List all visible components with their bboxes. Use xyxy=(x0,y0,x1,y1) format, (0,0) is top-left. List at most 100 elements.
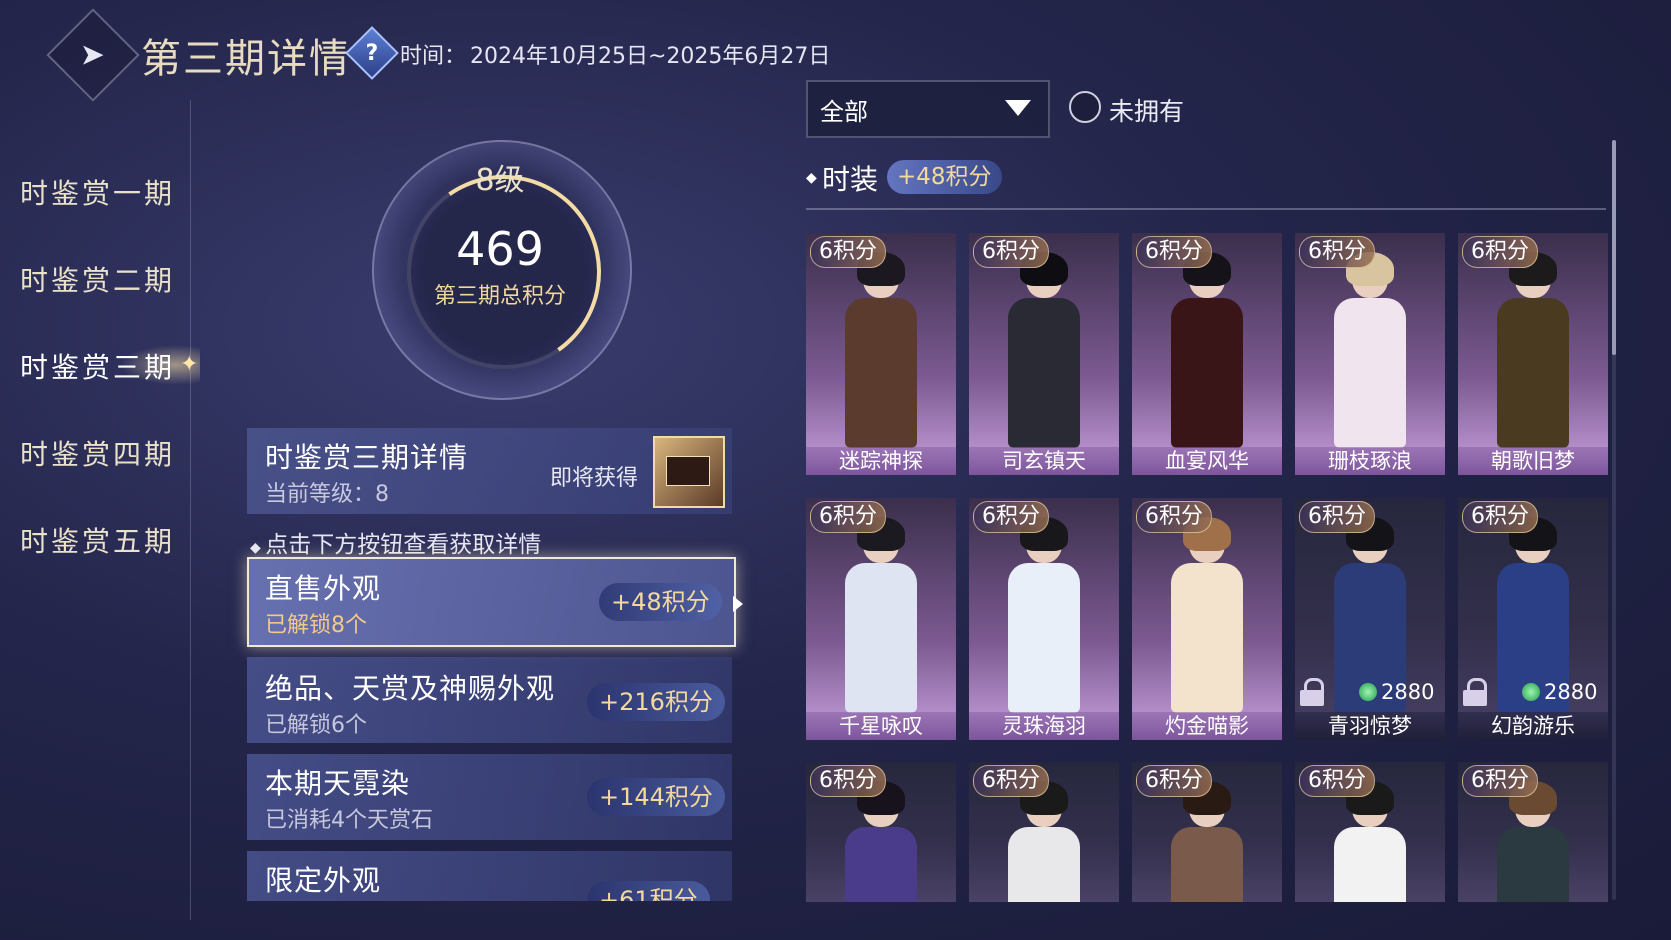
outfit-card[interactable]: 6积分 珊枝琢浪 xyxy=(1295,233,1445,475)
category-points: +144积分 xyxy=(587,778,725,816)
upcoming-reward-label: 即将获得 xyxy=(550,466,639,491)
category-subtitle: 已解锁6个 xyxy=(265,713,367,738)
sidebar-item-period-3[interactable]: 时鉴赏三期 xyxy=(20,346,175,386)
character-portrait xyxy=(1167,517,1247,713)
outfit-name: 灵珠海羽 xyxy=(969,712,1119,740)
category-points: +216积分 xyxy=(587,683,725,721)
period-detail-title: 时鉴赏三期详情 xyxy=(265,441,469,474)
category-title: 本期天霓染 xyxy=(265,767,411,800)
category-subtitle: 已解锁8个 xyxy=(265,613,367,638)
outfit-name: 迷踪神探 xyxy=(806,447,956,475)
points-badge: 6积分 xyxy=(810,501,886,533)
character-portrait xyxy=(841,517,921,713)
arrow-left-icon: ➤ xyxy=(80,37,106,73)
outfit-name: 朝歌旧梦 xyxy=(1458,447,1608,475)
category-subtitle: 已消耗4个天赏石 xyxy=(265,808,433,833)
price-label: 2880 xyxy=(1544,680,1598,704)
scrollbar-thumb[interactable] xyxy=(1612,140,1616,355)
unowned-label[interactable]: 未拥有 xyxy=(1109,92,1184,128)
sidebar-divider xyxy=(190,100,191,920)
points-badge: 6积分 xyxy=(1136,765,1212,797)
lock-icon xyxy=(1463,678,1487,706)
points-badge: 6积分 xyxy=(1136,501,1212,533)
reward-frame-icon xyxy=(666,456,710,486)
total-score-label: 第三期总积分 xyxy=(433,284,566,309)
outfit-card[interactable]: 6积分 2880 青羽惊梦 xyxy=(1295,498,1445,740)
outfit-name: 千星咏叹 xyxy=(806,712,956,740)
points-badge: 6积分 xyxy=(810,765,886,797)
section-divider xyxy=(806,208,1606,210)
outfit-card[interactable]: 6积分血宴风华 xyxy=(1132,233,1282,475)
section-points: +48积分 xyxy=(887,160,1002,194)
back-button[interactable]: ➤ xyxy=(46,8,140,102)
points-badge: 6积分 xyxy=(1299,765,1375,797)
category-title: 限定外观 xyxy=(265,864,382,897)
points-badge: 6积分 xyxy=(810,236,886,268)
character-portrait xyxy=(841,252,921,448)
price-label: 2880 xyxy=(1381,680,1435,704)
outfit-card[interactable]: 6积分 xyxy=(1458,762,1608,902)
outfit-card[interactable]: 6积分迷踪神探 xyxy=(806,233,956,475)
points-badge: 6积分 xyxy=(1462,501,1538,533)
points-badge: 6积分 xyxy=(973,501,1049,533)
points-badge: 6积分 xyxy=(973,765,1049,797)
points-badge: 6积分 xyxy=(973,236,1049,268)
category-points: +48积分 xyxy=(599,583,722,621)
character-portrait xyxy=(1004,252,1084,448)
category-points: +61积分 xyxy=(587,881,710,901)
active-indicator-icon: ✦ xyxy=(180,352,199,377)
outfit-card[interactable]: 6积分灼金喵影 xyxy=(1132,498,1282,740)
lock-icon xyxy=(1300,678,1324,706)
character-portrait xyxy=(1493,781,1573,902)
outfit-name: 青羽惊梦 xyxy=(1295,712,1445,740)
character-portrait xyxy=(841,781,921,902)
character-portrait xyxy=(1004,517,1084,713)
outfit-name: 司玄镇天 xyxy=(969,447,1119,475)
unowned-radio[interactable] xyxy=(1069,91,1101,123)
character-portrait xyxy=(1493,252,1573,448)
category-direct-sale[interactable]: 直售外观 已解锁8个 +48积分 xyxy=(247,557,736,647)
outfit-name: 幻韵游乐 xyxy=(1458,712,1608,740)
outfit-card[interactable]: 6积分朝歌旧梦 xyxy=(1458,233,1608,475)
section-title: 时装 xyxy=(822,163,879,196)
total-score: 469 xyxy=(456,222,544,276)
category-premium[interactable]: 绝品、天赏及神赐外观 已解锁6个 +216积分 xyxy=(247,657,732,743)
character-portrait xyxy=(1167,781,1247,902)
category-title: 直售外观 xyxy=(265,572,382,605)
sidebar-item-period-4[interactable]: 时鉴赏四期 xyxy=(20,433,175,473)
time-range: 2024年10月25日~2025年6月27日 xyxy=(470,44,831,69)
sidebar-item-period-5[interactable]: 时鉴赏五期 xyxy=(20,520,175,560)
character-portrait xyxy=(1330,781,1410,902)
jade-currency-icon xyxy=(1522,683,1540,701)
sidebar-item-period-1[interactable]: 时鉴赏一期 xyxy=(20,172,175,212)
outfit-card[interactable]: 6积分 xyxy=(1132,762,1282,902)
active-arrow-icon xyxy=(733,596,743,612)
current-level: 当前等级：8 xyxy=(265,482,389,507)
time-label: 时间： xyxy=(400,44,467,69)
chevron-down-icon xyxy=(1005,100,1031,116)
outfit-card[interactable]: 6积分千星咏叹 xyxy=(806,498,956,740)
category-title: 绝品、天赏及神赐外观 xyxy=(265,672,556,705)
outfit-card[interactable]: 6积分司玄镇天 xyxy=(969,233,1119,475)
outfit-card[interactable]: 6积分灵珠海羽 xyxy=(969,498,1119,740)
outfit-card[interactable]: 6积分 xyxy=(969,762,1119,902)
points-badge: 6积分 xyxy=(1136,236,1212,268)
character-portrait xyxy=(1330,252,1410,448)
outfit-card[interactable]: 6积分 xyxy=(1295,762,1445,902)
hint-text: 点击下方按钮查看获取详情 xyxy=(250,525,541,559)
category-limited[interactable]: 限定外观 +61积分 xyxy=(247,851,732,901)
sidebar-item-period-2[interactable]: 时鉴赏二期 xyxy=(20,259,175,299)
outfit-card[interactable]: 6积分 xyxy=(806,762,956,902)
outfit-card[interactable]: 6积分 2880 幻韵游乐 xyxy=(1458,498,1608,740)
category-dye[interactable]: 本期天霓染 已消耗4个天赏石 +144积分 xyxy=(247,754,732,840)
help-button[interactable]: ? xyxy=(345,26,399,80)
points-badge: 6积分 xyxy=(1462,236,1538,268)
jade-currency-icon xyxy=(1359,683,1377,701)
outfit-name: 珊枝琢浪 xyxy=(1295,447,1445,475)
filter-dropdown-value: 全部 xyxy=(820,98,868,126)
outfit-name: 血宴风华 xyxy=(1132,447,1282,475)
level-label: 8级 xyxy=(475,163,525,198)
points-badge: 6积分 xyxy=(1299,501,1375,533)
outfit-name: 灼金喵影 xyxy=(1132,712,1282,740)
character-portrait xyxy=(1004,781,1084,902)
